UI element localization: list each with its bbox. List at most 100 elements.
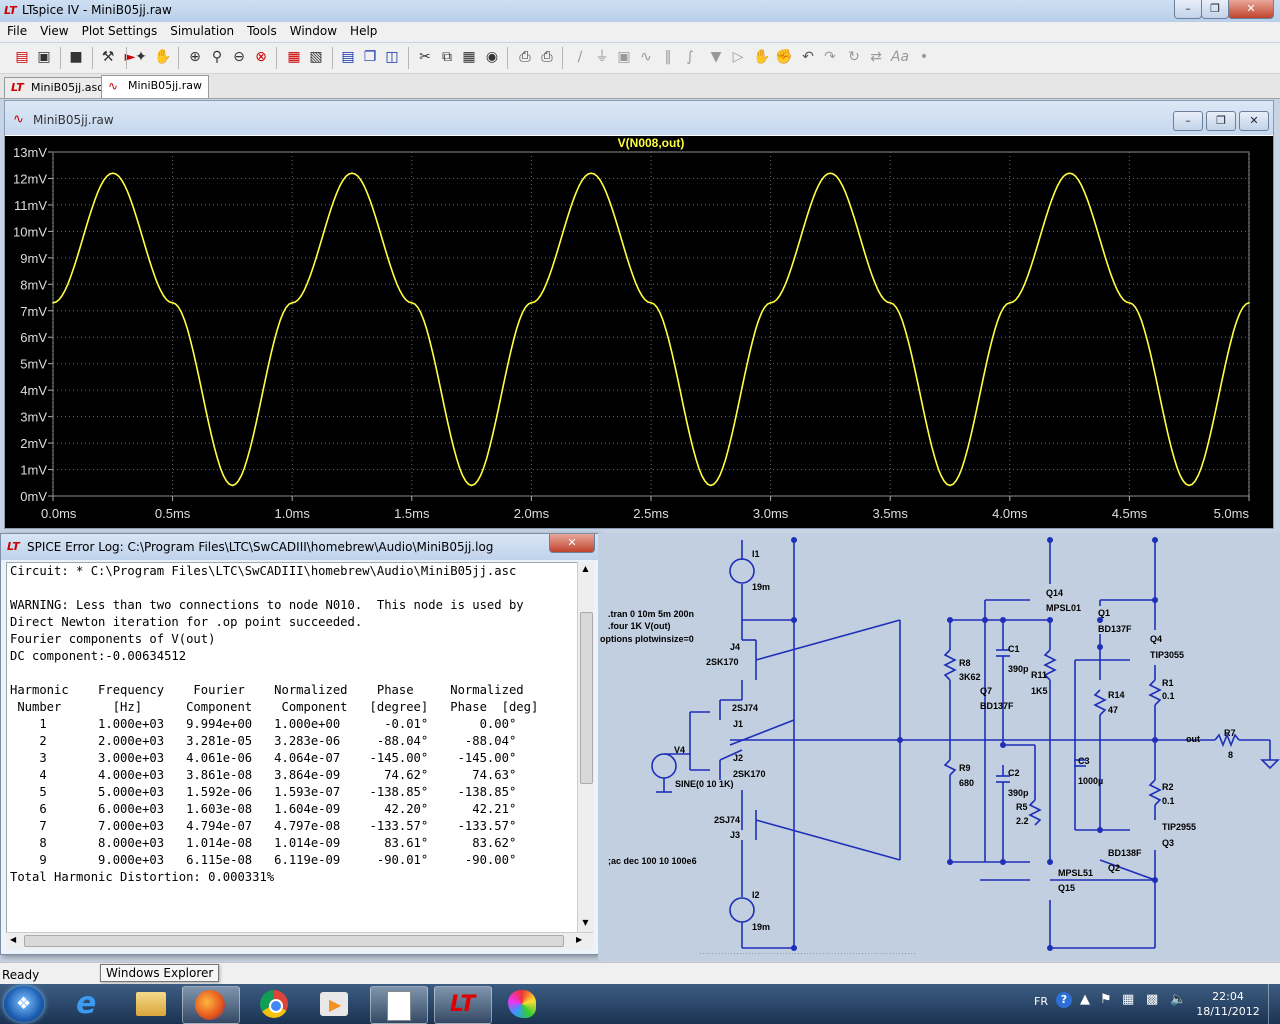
menu-file[interactable]: File [0, 22, 33, 38]
schematic-label[interactable]: Q14 [1046, 588, 1063, 598]
schematic-label[interactable]: V4 [674, 745, 685, 755]
text-icon[interactable]: Aa [890, 47, 910, 67]
help-icon[interactable]: ? [1056, 992, 1072, 1008]
paint-taskbar-button[interactable] [494, 986, 550, 1022]
menu-view[interactable]: View [33, 22, 74, 38]
tab-waveform[interactable]: ∿ MiniB05jj.raw [101, 75, 209, 98]
scroll-left-icon[interactable]: ◀ [10, 935, 16, 944]
redo-icon[interactable]: ↷ [820, 47, 840, 67]
ltspice-taskbar-button[interactable]: LT [434, 986, 492, 1024]
diode-icon[interactable]: ▼ [706, 47, 726, 67]
autorange-icon[interactable]: ▦ [284, 47, 304, 67]
language-indicator[interactable]: FR [1034, 995, 1048, 1008]
schematic-label[interactable]: TIP2955 [1162, 822, 1196, 832]
clock[interactable]: 22:04 18/11/2012 [1196, 989, 1260, 1019]
schematic-label[interactable]: 3K62 [959, 672, 981, 682]
schematic-label[interactable]: out [1186, 734, 1200, 744]
schematic-label[interactable]: 390p [1008, 664, 1029, 674]
menu-help[interactable]: Help [343, 22, 383, 38]
tile-horizontal-icon[interactable]: ▤ [338, 47, 358, 67]
schematic-label[interactable]: 47 [1108, 705, 1118, 715]
signal-icon[interactable]: ▩ [1146, 992, 1158, 1007]
schematic-label[interactable]: Q2 [1108, 863, 1120, 873]
start-button[interactable]: ❖ [4, 986, 44, 1022]
scroll-thumb[interactable] [580, 612, 593, 784]
open-icon[interactable]: ▤ [12, 47, 32, 67]
cut-icon[interactable]: ✂ [415, 47, 435, 67]
schematic-label[interactable]: BD137F [980, 701, 1014, 711]
resistor-icon[interactable]: ∿ [636, 47, 656, 67]
schematic-label[interactable]: 680 [959, 778, 974, 788]
rotate-icon[interactable]: ↻ [844, 47, 864, 67]
wire-icon[interactable]: ∕ [570, 47, 590, 67]
copy-icon[interactable]: ⧉ [437, 47, 457, 67]
scroll-right-icon[interactable]: ▶ [576, 935, 582, 944]
error-log-vertical-scrollbar[interactable]: ▲ ▼ [577, 562, 594, 934]
schematic-label[interactable]: R7 [1224, 728, 1236, 738]
move-icon[interactable]: ✋ [752, 47, 772, 67]
schematic-label[interactable]: Q4 [1150, 634, 1162, 644]
schematic-label[interactable]: SINE(0 10 1K) [675, 779, 734, 789]
menu-simulation[interactable]: Simulation [163, 22, 240, 38]
schematic-label[interactable]: C2 [1008, 768, 1020, 778]
schematic-label[interactable]: I2 [752, 890, 760, 900]
menu-tools[interactable]: Tools [240, 22, 283, 38]
spice-directive-icon[interactable]: • [914, 47, 934, 67]
print-icon[interactable]: ⎙ [537, 47, 557, 67]
undo-icon[interactable]: ↶ [798, 47, 818, 67]
schematic-label[interactable]: R2 [1162, 782, 1174, 792]
schematic-label[interactable]: MPSL51 [1058, 868, 1093, 878]
schematic-label[interactable]: I1 [752, 549, 760, 559]
close-button[interactable]: ✕ [1228, 0, 1274, 19]
schematic-label[interactable]: R14 [1108, 690, 1125, 700]
schematic-label[interactable]: 19m [752, 582, 770, 592]
show-desktop-button[interactable] [1268, 984, 1280, 1024]
control-panel-icon[interactable]: ⚒ [98, 47, 118, 67]
capacitor-icon[interactable]: ‖ [658, 47, 678, 67]
schematic-label[interactable]: Q3 [1162, 838, 1174, 848]
scroll-thumb-horizontal[interactable] [24, 935, 564, 947]
zoom-in-icon[interactable]: ⊕ [185, 47, 205, 67]
schematic-label[interactable]: Q15 [1058, 883, 1075, 893]
schematic-label[interactable]: 0.1 [1162, 796, 1175, 806]
label-net-icon[interactable]: ▣ [614, 47, 634, 67]
chrome-taskbar-button[interactable] [246, 986, 302, 1022]
cascade-icon[interactable]: ❐ [360, 47, 380, 67]
schematic-label[interactable]: R11 [1031, 670, 1047, 680]
ground-icon[interactable]: ⏚ [592, 47, 612, 67]
plot-area[interactable]: 13mV 12mV 11mV 10mV 9mV 8mV 7mV 6mV 5mV 4mV 3mV 2mV… [5, 136, 1273, 528]
pan-hand-icon[interactable]: ✋ [153, 47, 173, 67]
firefox-taskbar-button[interactable] [182, 986, 240, 1024]
find-icon[interactable]: ◉ [482, 47, 502, 67]
zoom-out-icon[interactable]: ⊖ [229, 47, 249, 67]
schematic-label[interactable]: 1K5 [1031, 686, 1048, 696]
schematic-label[interactable]: R9 [959, 763, 971, 773]
menu-plot-settings[interactable]: Plot Settings [75, 22, 164, 38]
schematic-label[interactable]: 1000µ [1078, 776, 1103, 786]
drag-icon[interactable]: ✊ [774, 47, 794, 67]
schematic-label[interactable]: Q7 [980, 686, 992, 696]
schematic-label[interactable]: J1 [733, 719, 743, 729]
save-icon[interactable]: ■ [66, 47, 86, 67]
spice-directive[interactable]: ;ac dec 100 10 100e6 [608, 856, 697, 866]
schematic-label[interactable]: C1 [1008, 644, 1020, 654]
restore-button[interactable]: ❐ [1201, 0, 1229, 19]
schematic-label[interactable]: 2.2 [1016, 816, 1029, 826]
zoom-area-icon[interactable]: ⚲ [207, 47, 227, 67]
plot-close-button[interactable]: ✕ [1239, 111, 1269, 131]
error-log-text[interactable]: Circuit: * C:\Program Files\LTC\SwCADIII… [6, 562, 578, 936]
mirror-icon[interactable]: ⇄ [866, 47, 886, 67]
component-icon[interactable]: ▷ [728, 47, 748, 67]
schematic-label[interactable]: BD138F [1108, 848, 1142, 858]
zoom-fit-icon[interactable]: ⊗ [251, 47, 271, 67]
schematic-label[interactable]: R8 [959, 658, 971, 668]
schematic-label[interactable]: 2SK170 [733, 769, 766, 779]
network-icon[interactable]: ▲ [1080, 992, 1090, 1007]
error-log-close-button[interactable]: ✕ [549, 534, 595, 553]
schematic-label[interactable]: J3 [730, 830, 740, 840]
menu-window[interactable]: Window [283, 22, 343, 38]
volume-icon[interactable]: 🔈 [1170, 992, 1186, 1007]
schematic-label[interactable]: 8 [1228, 750, 1233, 760]
spice-directive[interactable]: .four 1K V(out) [608, 621, 671, 631]
scroll-down-icon[interactable]: ▼ [580, 918, 591, 930]
